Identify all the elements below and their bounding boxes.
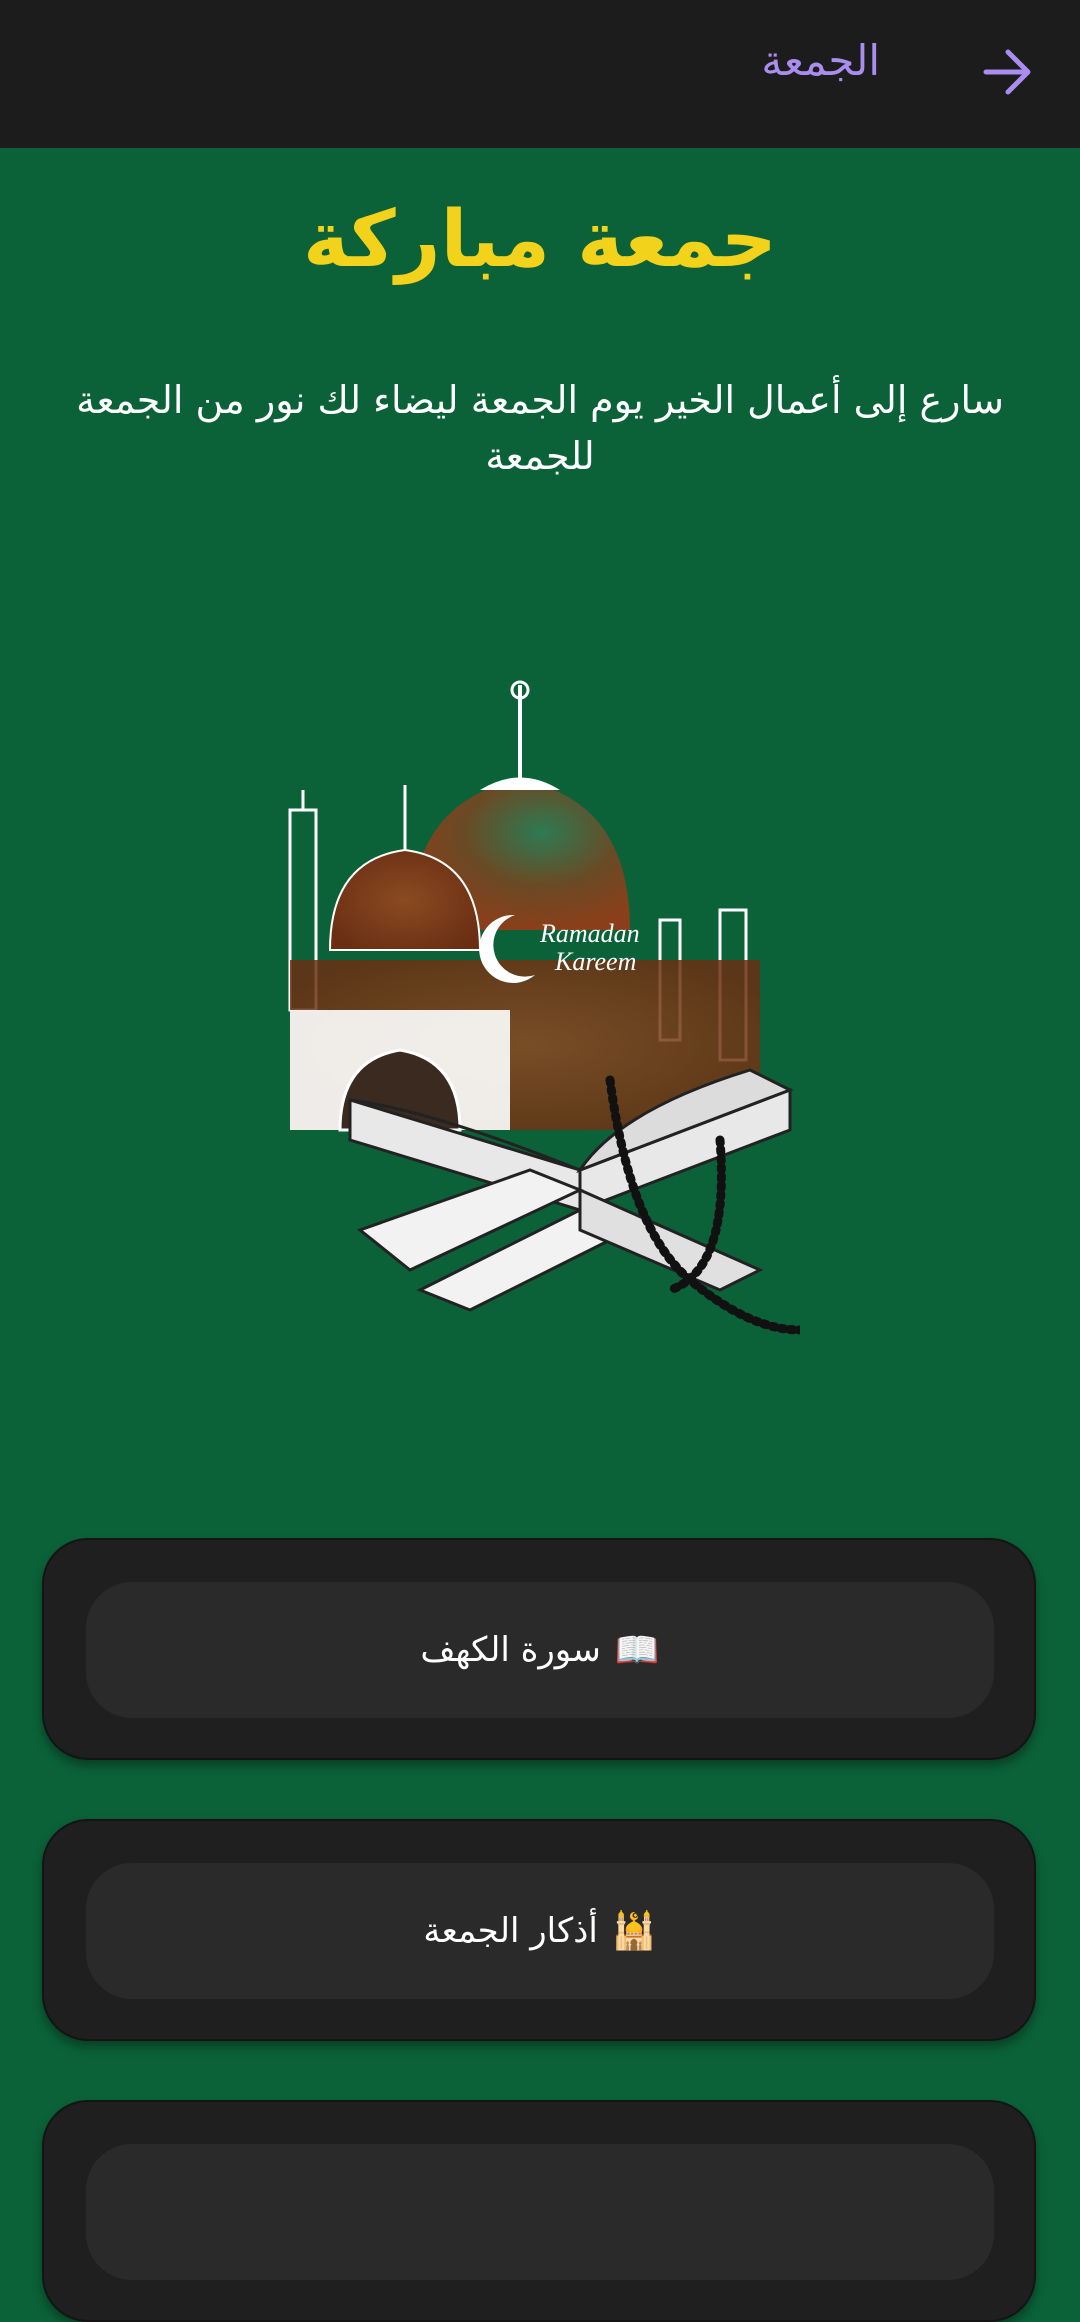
app-bar: الجمعة bbox=[0, 0, 1080, 148]
menu-card-partial bbox=[42, 2100, 1036, 2322]
svg-text:Kareem: Kareem bbox=[554, 947, 636, 976]
open-book-icon: 📖 bbox=[614, 1630, 660, 1671]
surah-kahf-label: سورة الكهف bbox=[420, 1630, 601, 1670]
page-headline: جمعة مباركة bbox=[303, 195, 777, 285]
partial-menu-button[interactable] bbox=[86, 2144, 994, 2280]
page-subtitle: سارع إلى أعمال الخير يوم الجمعة ليضاء لك… bbox=[76, 378, 1004, 478]
friday-adhkar-label: أذكار الجمعة bbox=[423, 1911, 598, 1951]
arrow-right-icon[interactable] bbox=[980, 44, 1036, 100]
app-bar-title: الجمعة bbox=[761, 36, 880, 85]
menu-card-adhkar: 🕌 أذكار الجمعة bbox=[42, 1819, 1036, 2041]
svg-text:Ramadan: Ramadan bbox=[539, 919, 640, 948]
friday-adhkar-button[interactable]: 🕌 أذكار الجمعة bbox=[86, 1863, 994, 1999]
mosque-icon: 🕌 bbox=[611, 1911, 657, 1952]
mosque-quran-illustration: Ramadan Kareem bbox=[280, 670, 805, 1360]
menu-card-kahf: 📖 سورة الكهف bbox=[42, 1538, 1036, 1760]
surah-kahf-button[interactable]: 📖 سورة الكهف bbox=[86, 1582, 994, 1718]
